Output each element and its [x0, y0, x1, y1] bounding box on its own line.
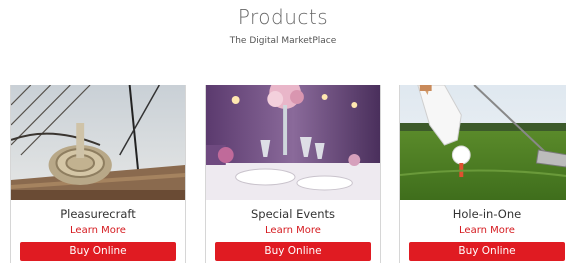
- product-card-pleasurecraft: Pleasurecraft Learn More Buy Online: [10, 85, 186, 263]
- learn-more-link[interactable]: Learn More: [11, 225, 185, 236]
- golf-ball-tee-photo[interactable]: [400, 85, 566, 200]
- product-name: Hole-in-One: [452, 207, 522, 221]
- page-title: Products: [237, 5, 329, 29]
- products-section: Products The Digital MarketPlace Pleasur…: [0, 0, 566, 263]
- product-name: Special Events: [250, 207, 336, 221]
- product-name: Pleasurecraft: [60, 207, 136, 221]
- product-card-hole-in-one: Hole-in-One Learn More Buy Online: [399, 85, 566, 263]
- buy-online-button[interactable]: Buy Online: [20, 242, 176, 261]
- buy-online-button[interactable]: Buy Online: [215, 242, 371, 261]
- learn-more-link[interactable]: Learn More: [206, 225, 380, 236]
- learn-more-link[interactable]: Learn More: [400, 225, 566, 236]
- buy-online-button[interactable]: Buy Online: [409, 242, 565, 261]
- product-card-special-events: Special Events Learn More Buy Online: [205, 85, 381, 263]
- sailboat-rope-photo[interactable]: [11, 85, 185, 200]
- banquet-table-photo[interactable]: [206, 85, 380, 200]
- page-subtitle: The Digital MarketPlace: [229, 36, 337, 46]
